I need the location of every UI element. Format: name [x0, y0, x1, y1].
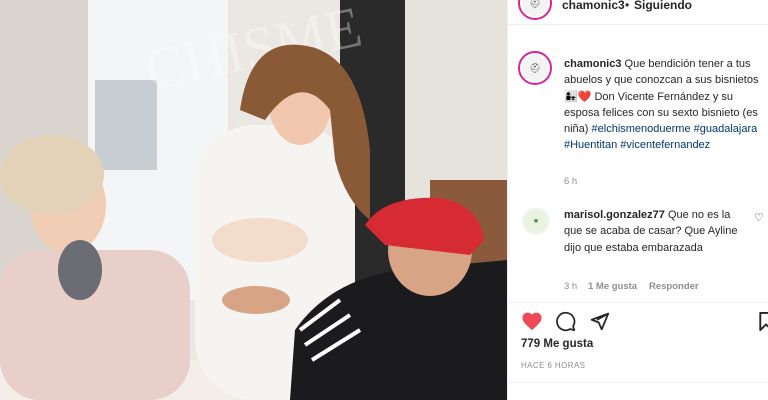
post-header: ⛑ chamonic3 • Siguiendo: [508, 0, 768, 25]
heart-icon[interactable]: [521, 311, 543, 331]
author-avatar[interactable]: ⛑: [518, 0, 552, 20]
reply-button[interactable]: Responder: [649, 281, 699, 292]
profile-icon: ★: [524, 209, 548, 233]
profile-icon: ⛑: [522, 55, 548, 81]
paper-plane-icon[interactable]: [589, 311, 610, 332]
post-photo[interactable]: CHISME: [0, 0, 507, 400]
photo-scene: CHISME: [0, 0, 507, 400]
comment-time[interactable]: 3 h: [564, 281, 577, 292]
post-sidebar: ⛑ chamonic3 • Siguiendo ⛑ chamonic3 Que …: [507, 0, 768, 400]
likes-count[interactable]: 779 Me gusta: [521, 338, 593, 350]
hashtag-link[interactable]: #elchismenoduerme: [592, 123, 691, 135]
comment-icon[interactable]: [555, 311, 576, 332]
caption-time[interactable]: 6 h: [564, 176, 577, 187]
author-username[interactable]: chamonic3: [562, 0, 625, 12]
hashtag-link[interactable]: #guadalajara: [694, 123, 758, 135]
hashtag-link[interactable]: #Huentitan: [564, 139, 617, 151]
comment: marisol.gonzalez77 Que no es la que se a…: [564, 207, 750, 256]
divider: [508, 382, 768, 383]
follow-status-button[interactable]: Siguiendo: [634, 0, 692, 12]
caption: chamonic3 Que bendición tener a tus abue…: [564, 56, 764, 154]
separator-dot: •: [625, 0, 630, 12]
comment-likes[interactable]: 1 Me gusta: [588, 281, 637, 292]
caption-avatar[interactable]: ⛑: [518, 51, 552, 85]
caption-username[interactable]: chamonic3: [564, 58, 621, 70]
post-time-ago[interactable]: HACE 6 HORAS: [521, 361, 585, 370]
bookmark-icon[interactable]: [758, 311, 768, 332]
comment-username[interactable]: marisol.gonzalez77: [564, 209, 665, 221]
action-bar: [508, 302, 768, 400]
small-heart-icon[interactable]: ♡: [754, 211, 764, 224]
hashtag-link[interactable]: #vicentefernandez: [620, 139, 710, 151]
commenter-avatar[interactable]: ★: [522, 207, 550, 235]
